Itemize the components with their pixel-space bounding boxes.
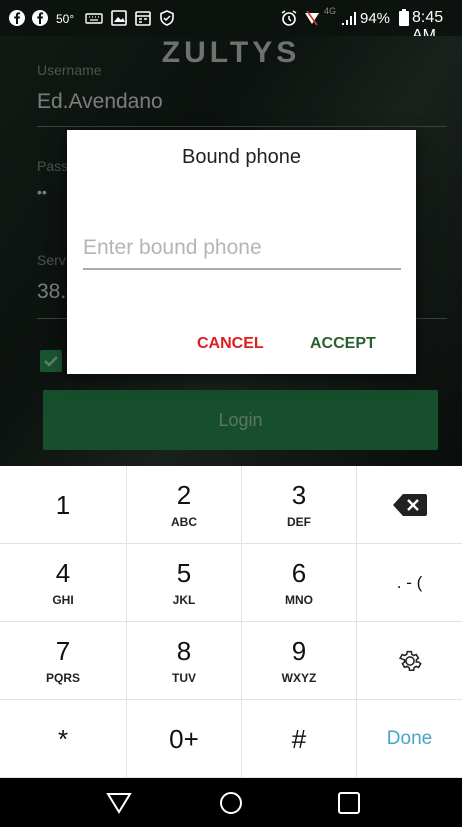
gear-icon [398,650,422,671]
signal-icon [340,9,358,27]
back-icon[interactable] [104,790,134,816]
accept-button[interactable]: ACCEPT [310,335,376,353]
key-8[interactable]: 8 TUV [127,622,242,700]
cancel-button[interactable]: CANCEL [197,335,264,353]
key-2[interactable]: 2 ABC [127,466,242,544]
shield-icon [158,9,176,27]
navigation-bar [0,778,462,827]
battery-percent-text: 94% [360,10,391,27]
backspace-key[interactable] [357,466,462,544]
battery-icon [399,9,409,27]
key-hash[interactable]: # [242,700,357,778]
backspace-icon [392,493,427,516]
facebook-icon [8,9,26,27]
facebook-icon [31,9,49,27]
status-bar: 50° 4G 94% 8:45 AM [0,0,462,44]
alarm-icon [280,9,298,27]
key-3[interactable]: 3 DEF [242,466,357,544]
numeric-keyboard: 1 2 ABC 3 DEF 4 GHI 5 JKL 6 MNO . - ( 7 … [0,466,462,778]
image-icon [110,9,128,27]
bound-phone-input[interactable] [83,228,401,270]
key-1[interactable]: 1 [0,466,127,544]
calendar-icon [134,9,152,27]
keyboard-icon [85,9,103,27]
key-5[interactable]: 5 JKL [127,544,242,622]
key-star[interactable]: * [0,700,127,778]
wifi-off-icon [303,9,321,27]
key-4[interactable]: 4 GHI [0,544,127,622]
home-icon[interactable] [216,790,246,816]
key-7[interactable]: 7 PQRS [0,622,127,700]
punctuation-key[interactable]: . - ( [357,544,462,622]
settings-key[interactable] [357,622,462,700]
key-6[interactable]: 6 MNO [242,544,357,622]
recents-icon[interactable] [334,790,364,816]
network-type-text: 4G [324,6,337,16]
temperature-text: 50° [56,12,75,26]
dialog-title: Bound phone [181,146,301,168]
done-key[interactable]: Done [357,700,462,778]
key-0[interactable]: 0+ [127,700,242,778]
bound-phone-dialog: Bound phone CANCEL ACCEPT [67,130,416,374]
key-9[interactable]: 9 WXYZ [242,622,357,700]
